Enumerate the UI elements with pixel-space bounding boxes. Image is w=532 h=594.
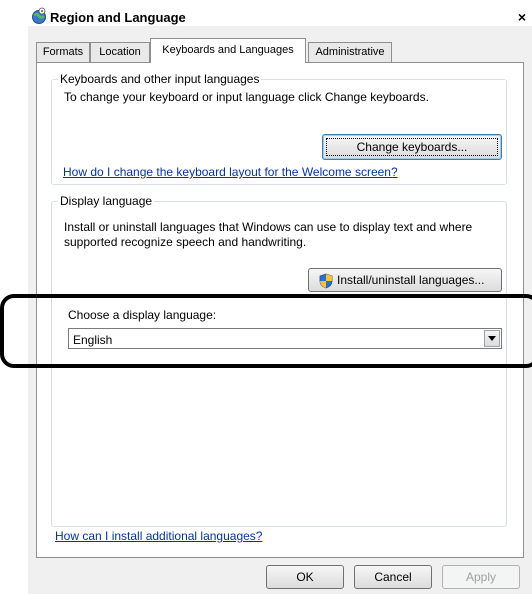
close-icon[interactable]: × [518,9,526,25]
tab-label: Location [99,46,141,58]
tab-bar: Formats Location Keyboards and Languages… [36,38,532,63]
ok-button[interactable]: OK [266,565,344,589]
change-keyboards-button[interactable]: Change keyboards... [322,134,502,160]
keyboard-layout-help-link[interactable]: How do I change the keyboard layout for … [63,165,398,179]
title-bar: Region and Language × [28,0,532,26]
shield-icon [319,273,333,289]
install-uninstall-languages-label: Install/uninstall languages... [337,273,485,287]
install-uninstall-languages-button[interactable]: Install/uninstall languages... [308,268,502,292]
apply-button[interactable]: Apply [442,565,520,589]
close-button[interactable]: × [514,9,530,25]
display-language-description: Install or uninstall languages that Wind… [64,220,473,249]
window-title: Region and Language [50,10,186,25]
display-language-group-title: Display language [58,194,155,208]
tab-location[interactable]: Location [90,42,150,62]
ok-label: OK [296,570,314,584]
cancel-label: Cancel [374,570,412,584]
dropdown-button[interactable] [484,330,500,347]
region-language-dialog: Region and Language × Formats Location K… [28,0,532,594]
change-keyboards-label: Change keyboards... [356,140,468,154]
tab-label: Keyboards and Languages [162,44,294,56]
tab-keyboards-and-languages[interactable]: Keyboards and Languages [150,38,306,63]
tab-label: Formats [42,46,84,58]
tab-label: Administrative [315,46,385,58]
keyboards-group-title: Keyboards and other input languages [58,72,262,86]
tab-panel: Keyboards and other input languages To c… [36,62,524,558]
keyboards-description: To change your keyboard or input languag… [64,90,429,104]
display-language-select[interactable]: English [68,328,502,349]
tab-administrative[interactable]: Administrative [308,42,392,62]
apply-label: Apply [465,570,497,584]
install-additional-languages-link[interactable]: How can I install additional languages? [55,529,262,543]
choose-display-language-label: Choose a display language: [68,308,217,322]
display-language-select-value: English [73,333,113,347]
globe-icon [32,7,46,24]
chevron-down-icon [488,336,496,341]
tab-formats[interactable]: Formats [36,42,90,62]
cancel-button[interactable]: Cancel [354,565,432,589]
display-language-group: Display language Install or uninstall la… [51,194,507,527]
